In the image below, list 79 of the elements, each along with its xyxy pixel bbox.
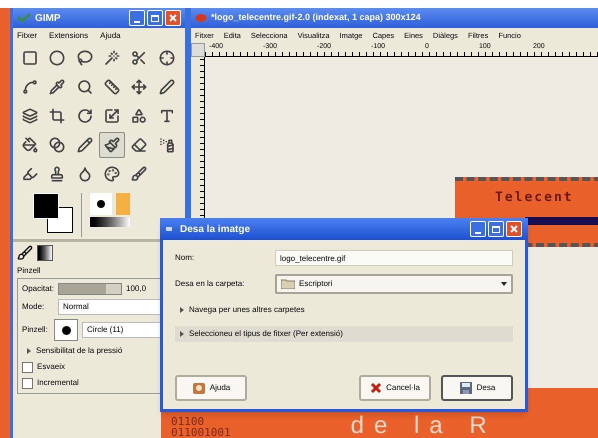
tool-button[interactable] (99, 132, 125, 158)
close-button[interactable] (165, 10, 181, 26)
gradient-tab-icon[interactable] (37, 245, 53, 261)
mode-label: Mode: (22, 301, 46, 313)
logo-text: Telecent (495, 190, 574, 205)
expander[interactable]: Seleccioneu el tipus de fitxer (Per extensió) (175, 326, 513, 342)
cancel-button[interactable]: Cancel·la (359, 375, 431, 401)
color-swatches[interactable] (33, 193, 73, 233)
brush-tab-icon[interactable] (17, 245, 33, 261)
text-tool-icon (158, 108, 175, 124)
folder-icon (281, 279, 295, 289)
menu-item[interactable]: Fitxer (17, 30, 37, 42)
dropdown-arrow-icon (501, 282, 507, 286)
rotate-icon (76, 108, 93, 124)
bucket-icon (22, 137, 38, 153)
binary-text: 01100 (171, 416, 204, 427)
close-button[interactable] (506, 221, 522, 237)
droplet-icon (76, 166, 93, 182)
pencil-icon (76, 137, 93, 153)
maximize-button[interactable] (488, 221, 504, 237)
brush-preview[interactable] (90, 193, 112, 215)
rectangle-select-icon (22, 50, 38, 66)
menu-item[interactable]: Ajuda (100, 30, 121, 42)
menu-item[interactable]: Extensions (49, 30, 88, 42)
tool-name: Pinzell (17, 265, 41, 277)
close-icon (169, 14, 177, 22)
cancel-x-icon (370, 382, 382, 394)
checkbox[interactable] (22, 362, 33, 372)
filename-field[interactable]: logo_telecentre.gif (275, 250, 513, 266)
minimize-button[interactable] (129, 10, 145, 26)
magnifier-icon (76, 79, 93, 95)
opacity-label: Opacitat: (22, 283, 54, 295)
expander-icon (179, 331, 185, 337)
folder-label: Desa en la carpeta: (175, 278, 246, 290)
path-icon (22, 79, 38, 95)
stamp-icon (49, 166, 66, 182)
move-icon (131, 79, 148, 95)
brush-label: Pinzell: (22, 324, 49, 336)
window-title: *logo_telecentre.gif-2.0 (indexat, 1 capa) 300x124 (211, 11, 421, 24)
lasso-icon (76, 50, 93, 66)
scissors-icon (131, 50, 148, 66)
minimize-button[interactable] (470, 221, 486, 237)
airbrush-icon (158, 137, 175, 153)
window-menu-icon (166, 227, 172, 231)
binary-text: 011001001 (171, 427, 231, 438)
opacity-value: 100,0 (126, 283, 146, 295)
crosshair-icon (158, 50, 175, 66)
shapes-icon (131, 108, 148, 124)
expander-icon (26, 348, 32, 354)
crop-icon (49, 108, 66, 124)
dialog-title: Desa la imatge (180, 222, 250, 236)
ellipse-select-icon (49, 50, 66, 66)
checkbox[interactable] (22, 378, 33, 388)
close-icon (510, 225, 518, 233)
help-button[interactable]: Ajuda (175, 375, 247, 401)
measure-icon (104, 79, 120, 95)
paintbrush-icon (104, 137, 120, 153)
folder-dropdown[interactable]: Escriptori (275, 274, 513, 294)
expander[interactable]: Navega per unes altres carpetes (175, 302, 513, 318)
opacity-slider[interactable] (58, 283, 122, 295)
layers-icon (22, 108, 38, 124)
eraser-icon (131, 137, 148, 153)
banner-text: de la R (350, 414, 497, 438)
checkbox-label: Esvaeix (37, 361, 66, 373)
expander-icon (179, 307, 185, 313)
wand-icon (104, 50, 120, 66)
brush-button[interactable] (54, 319, 78, 341)
scale-icon (104, 108, 120, 124)
gradient-preview[interactable] (90, 217, 130, 227)
help-icon (192, 381, 206, 395)
pipette-icon (49, 79, 66, 95)
brush-icon (131, 166, 148, 182)
window-title: GIMP (35, 12, 61, 26)
name-label: Nom: (175, 252, 196, 264)
pen-icon (158, 79, 175, 95)
maximize-button[interactable] (147, 10, 163, 26)
checkbox-label: Incremental (37, 377, 79, 389)
pressure-expander[interactable]: Sensibilitat de la pressió (22, 345, 176, 357)
save-button[interactable]: Desa (441, 375, 513, 401)
